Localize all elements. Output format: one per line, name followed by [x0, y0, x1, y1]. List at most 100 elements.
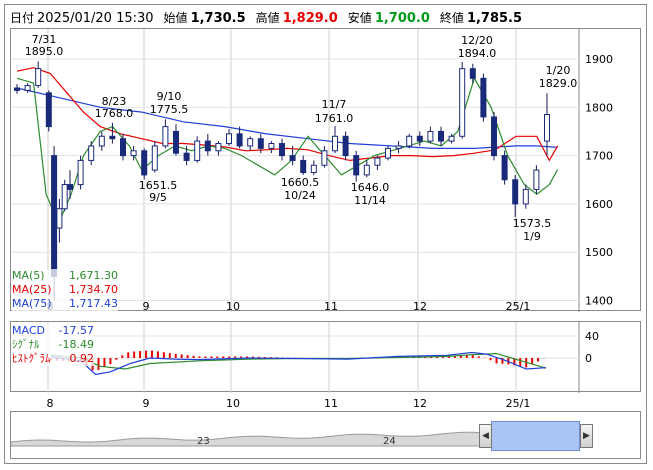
navigator-left-handle[interactable]: ◀ [479, 424, 492, 448]
candle-down [501, 155, 508, 181]
candle-down [236, 133, 243, 147]
ma-legend: MA(5) 1,671.30 MA(25) 1,734.70 MA(75) 1,717… [12, 269, 118, 311]
candle-up [427, 130, 434, 142]
open-value: 1,730.5 [190, 11, 246, 26]
macd-x-tick: 25/1 [506, 397, 531, 410]
candle-up [268, 143, 275, 149]
candle-down [289, 155, 296, 161]
datetime-value: 2025/01/20 15:30 [37, 11, 154, 26]
candle-up [332, 135, 338, 152]
macd-legend: MACD -17.57 ｼｸﾞﾅﾙ -18.49 ﾋｽﾄｸﾞﾗﾑ 0.92 [12, 324, 94, 366]
macd-x-tick: 12 [413, 397, 427, 410]
low-label: 安値 [347, 11, 372, 25]
price-y-tick: 1600 [585, 198, 613, 211]
candle-up [459, 68, 466, 137]
candle-down [204, 140, 211, 152]
close-label: 終値 [439, 11, 464, 25]
macd-y-tick: 0 [585, 352, 592, 365]
candle-up [448, 135, 455, 142]
candle-down [183, 152, 190, 161]
price-y-tick: 1900 [585, 53, 613, 66]
price-x-tick: 12 [413, 300, 427, 312]
legend-macd: MACD -17.57 [12, 324, 94, 338]
navigator-selected-range[interactable] [491, 421, 580, 451]
candle-down [279, 143, 285, 157]
macd-chart-panel[interactable]: 40 0 8 9 10 11 12 25/1 MACD -17.57 ｼｸﾞﾅﾙ -18.49 ﾋ… [10, 321, 642, 410]
navigator-right-handle[interactable]: ▶ [580, 424, 593, 448]
price-annotation: 1895.0 [25, 45, 64, 58]
candle-up [247, 138, 254, 147]
candle-up [544, 114, 550, 142]
candle-up [98, 135, 105, 147]
legend-ma75-value: 1,717.43 [69, 297, 118, 310]
macd-x-tick: 8 [47, 397, 54, 410]
legend-histogram-name: ﾋｽﾄｸﾞﾗﾑ [12, 352, 51, 365]
price-y-tick: 1700 [585, 150, 613, 163]
candle-down [67, 184, 73, 190]
price-annotation: 1829.0 [539, 77, 578, 90]
macd-x-tick: 11 [324, 397, 338, 410]
candle-up [130, 150, 137, 157]
candle-up [395, 145, 402, 149]
price-annotation: 11/7 [322, 98, 347, 111]
price-y-tick: 1400 [585, 295, 613, 308]
candle-down [342, 135, 349, 157]
legend-signal: ｼｸﾞﾅﾙ -18.49 [12, 338, 94, 352]
legend-ma75: MA(75) 1,717.43 [12, 297, 118, 311]
candle-down [45, 92, 52, 128]
price-annotation: 1894.0 [458, 47, 497, 60]
price-annotation: 10/24 [284, 189, 316, 202]
candle-up [522, 188, 529, 205]
candle-down [300, 159, 307, 174]
legend-signal-value: -18.49 [58, 338, 94, 351]
legend-ma5-value: 1,671.30 [69, 269, 118, 282]
macd-y-tick: 40 [585, 330, 599, 343]
date-label: 日付 [10, 11, 35, 25]
price-x-tick: 9 [143, 300, 150, 312]
candle-down [438, 130, 444, 142]
legend-macd-name: MACD [12, 324, 45, 337]
legend-ma5: MA(5) 1,671.30 [12, 269, 118, 283]
candle-up [533, 169, 540, 190]
legend-ma25: MA(25) 1,734.70 [12, 283, 118, 297]
price-annotation: 1660.5 [281, 176, 320, 189]
price-annotation: 9/10 [157, 90, 182, 103]
candle-down [109, 135, 116, 140]
candle-up [24, 85, 31, 91]
navigator-year-label: 24 [383, 436, 396, 447]
candle-up [151, 145, 158, 171]
price-x-tick: 10 [226, 300, 240, 312]
candle-down [416, 135, 423, 142]
candle-up [226, 133, 232, 145]
high-label: 高値 [255, 11, 280, 25]
candle-up [162, 126, 169, 147]
price-annotation: 1646.0 [351, 181, 390, 194]
candle-up [310, 164, 317, 174]
macd-x-tick: 10 [226, 397, 240, 410]
legend-ma25-value: 1,734.70 [69, 283, 118, 296]
low-value: 1,700.0 [374, 11, 430, 26]
candle-up [215, 143, 222, 152]
candle-down [353, 155, 360, 176]
candle-down [120, 138, 126, 157]
range-navigator[interactable]: 23 24 ◀ ▶ [10, 411, 641, 459]
candle-up [35, 68, 42, 87]
price-annotation: 9/5 [149, 191, 167, 204]
candle-down [51, 155, 58, 277]
candle-down [173, 130, 179, 154]
price-chart-panel[interactable]: 1900 1800 1700 1600 1500 1400 7/31 1895.0 8/23 17… [10, 28, 641, 313]
candle-down [257, 138, 264, 149]
candle-up [61, 184, 68, 210]
legend-ma25-name: MA(25) [12, 283, 52, 296]
open-label: 始値 [163, 11, 188, 25]
ohlc-header: 日付 2025/01/20 15:30 始値 1,730.5 高値 1,829.0 安値 1,… [10, 9, 532, 27]
high-value: 1,829.0 [282, 11, 338, 26]
macd-chart-svg[interactable]: 40 0 8 9 10 11 12 25/1 [11, 322, 642, 410]
price-y-tick: 1800 [585, 101, 613, 114]
candle-up [321, 150, 328, 166]
legend-histogram: ﾋｽﾄｸﾞﾗﾑ 0.92 [12, 352, 94, 366]
price-annotation: 1761.0 [315, 112, 354, 125]
legend-macd-value: -17.57 [58, 324, 94, 337]
price-annotation: 1768.0 [95, 107, 134, 120]
close-value: 1,785.5 [466, 11, 523, 26]
